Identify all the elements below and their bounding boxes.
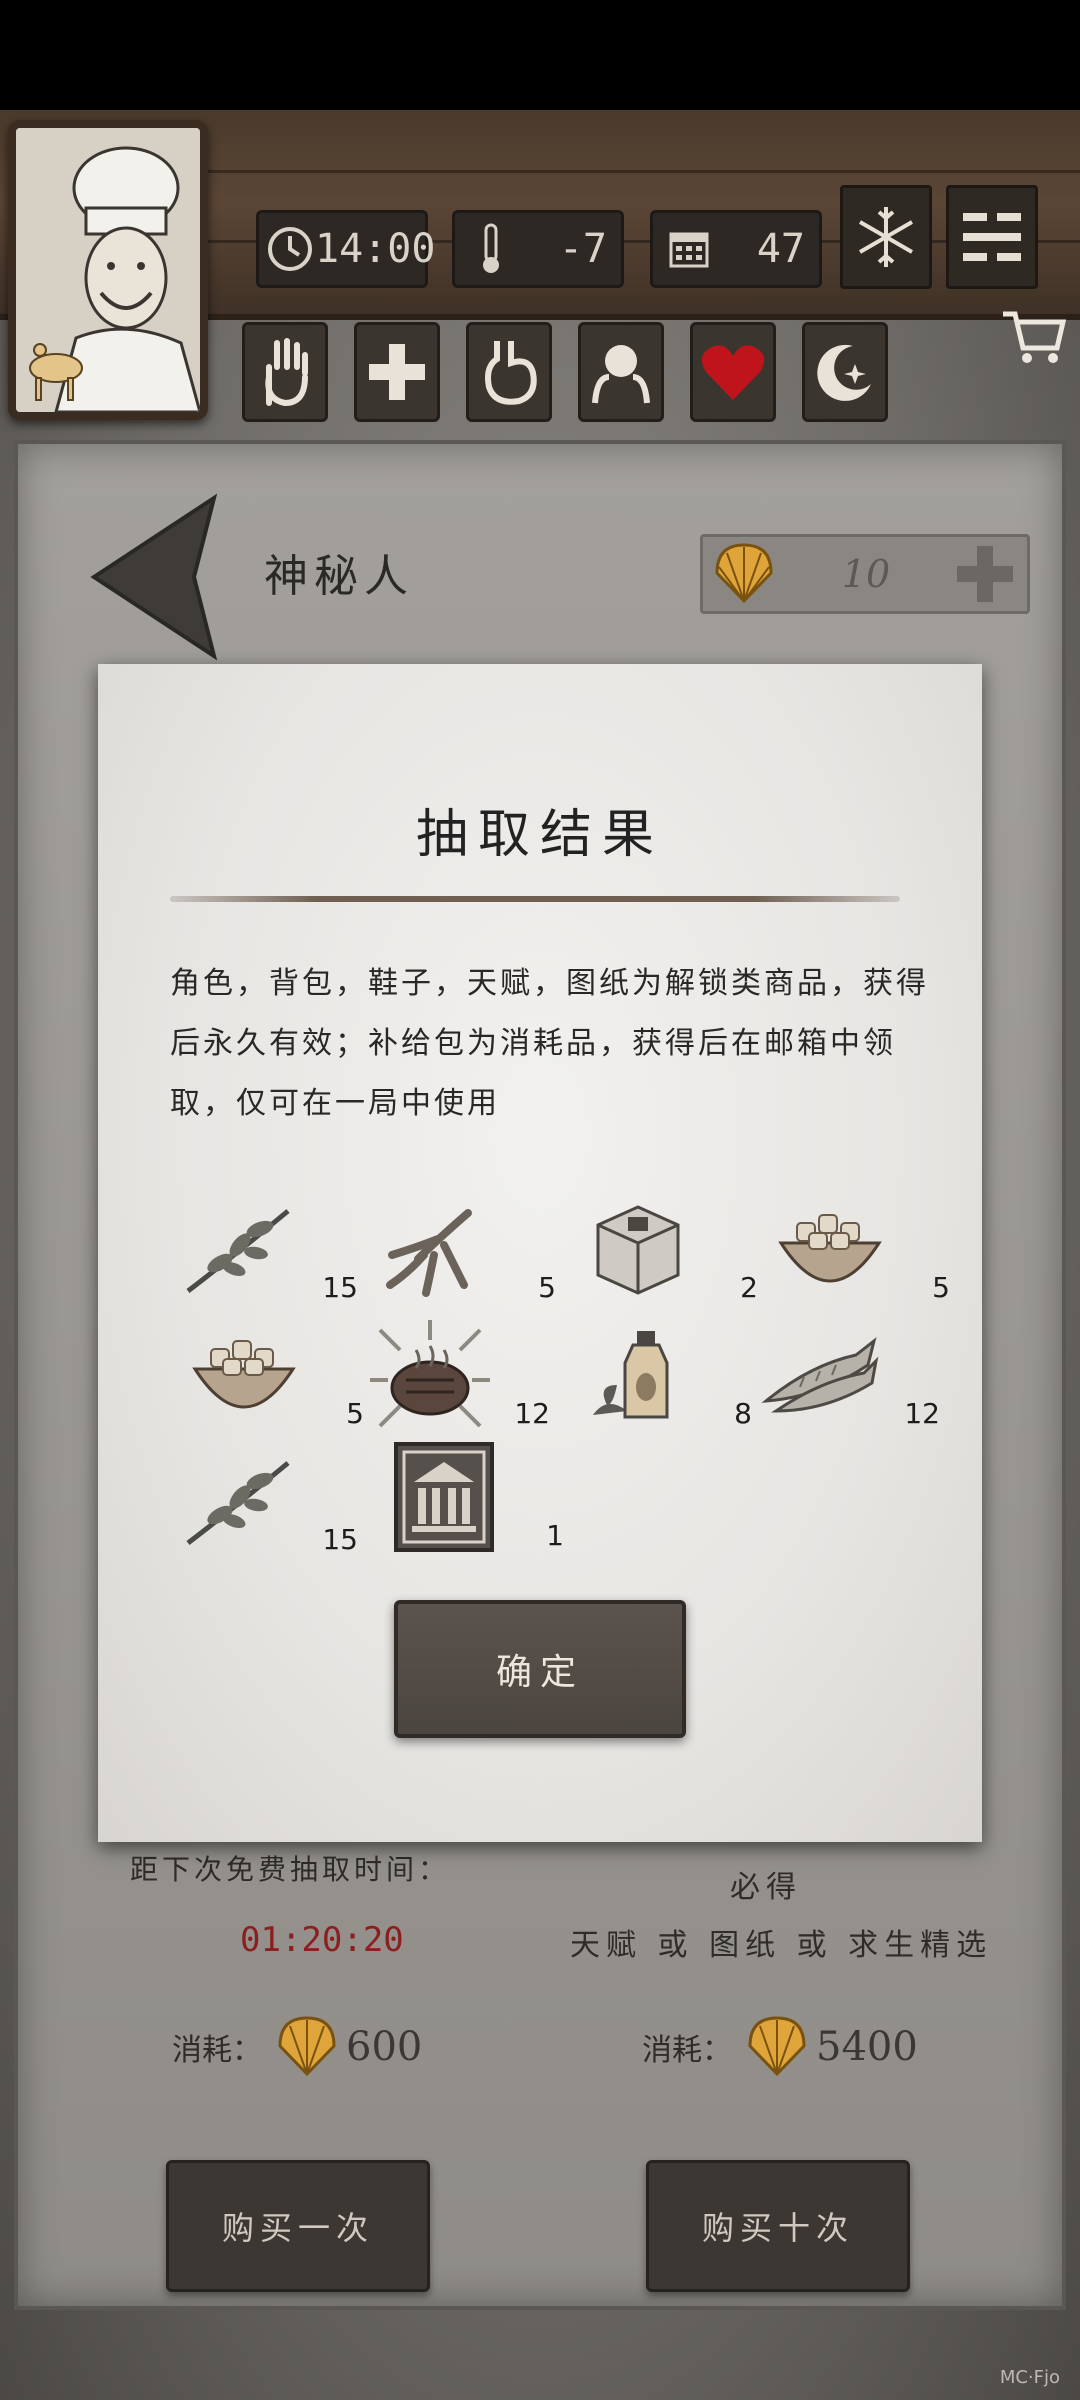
ten-cost-amount: 5400 (816, 2024, 918, 2070)
health-cross-icon (369, 344, 425, 400)
moon-icon (817, 344, 871, 401)
shop-cart-button[interactable] (996, 300, 1072, 376)
temperature-display: -7 (452, 210, 624, 288)
day-value: 47 (756, 226, 805, 272)
unlock-notice: 角色，背包，鞋子，天赋，图纸为解锁类商品，获得后永久有效；补给包为消耗品，获得后… (170, 966, 929, 1121)
reward-count: 12 (904, 1397, 940, 1430)
blueprint-building-icon (384, 1442, 504, 1552)
reward-item[interactable]: 5 (184, 1320, 374, 1440)
shell-currency: 10 (700, 534, 1030, 614)
nut-bowl-icon (770, 1194, 890, 1304)
reward-count: 12 (514, 1397, 550, 1430)
oil-bottle-icon (572, 1320, 692, 1430)
dialog-title: 抽取结果 (415, 805, 664, 865)
time-display: 14:00 (256, 210, 435, 288)
menu-icon (963, 213, 1021, 261)
draw-result-dialog: 抽取结果 角色，背包，鞋子，天赋，图纸为解锁类商品，获得后永久有效；补给包为消耗… (98, 664, 982, 1842)
buy-once-button[interactable]: 购买一次 (166, 2160, 430, 2292)
reward-item[interactable]: 12 (760, 1320, 950, 1440)
reward-item[interactable]: 5 (376, 1194, 566, 1314)
reward-count: 1 (546, 1519, 564, 1552)
reward-item[interactable]: 2 (578, 1194, 768, 1314)
reward-item[interactable]: 12 (370, 1320, 560, 1440)
weather-button[interactable] (840, 185, 932, 289)
reward-item[interactable]: 8 (572, 1320, 762, 1440)
reward-count: 15 (322, 1271, 358, 1304)
title-divider (170, 896, 900, 902)
single-cost-amount: 600 (346, 2024, 423, 2070)
reward-count: 5 (538, 1271, 556, 1304)
ginseng-root-icon (376, 1194, 496, 1304)
reward-count: 5 (932, 1271, 950, 1304)
back-arrow-icon[interactable] (84, 492, 224, 662)
grilled-meat-icon (370, 1320, 490, 1430)
reward-count: 5 (346, 1397, 364, 1430)
shell-icon (715, 543, 773, 604)
herb-branch-icon (178, 1194, 298, 1304)
shell-amount: 10 (841, 552, 891, 596)
hunger-status[interactable] (466, 322, 552, 422)
heart-status[interactable] (690, 322, 776, 422)
day-counter: 47 (650, 210, 822, 288)
time-value: 14:00 (315, 226, 436, 272)
reward-count: 2 (740, 1271, 758, 1304)
reward-item[interactable]: 1 (384, 1442, 574, 1562)
heart-icon (701, 345, 765, 400)
guarantee-description: 天赋 或 图纸 或 求生精选 (570, 1928, 993, 1963)
single-cost: 消耗： 600 (172, 2012, 422, 2082)
reward-count: 8 (734, 1397, 752, 1430)
reward-item[interactable]: 15 (178, 1446, 368, 1566)
hand-icon (265, 338, 308, 407)
watermark: MC·Fjo (999, 2367, 1060, 2388)
stomach-icon (485, 341, 537, 405)
confirm-button[interactable]: 确定 (394, 1600, 686, 1738)
head-icon (592, 345, 650, 404)
reward-count: 15 (322, 1523, 358, 1556)
ten-cost: 消耗： 5400 (642, 2012, 918, 2082)
reward-item[interactable]: 5 (770, 1194, 960, 1314)
health-status[interactable] (354, 322, 440, 422)
cost-label: 消耗： (172, 2033, 262, 2068)
reward-item[interactable]: 15 (178, 1194, 368, 1314)
character-portrait[interactable] (8, 120, 208, 420)
cost-label: 消耗： (642, 2033, 732, 2068)
chef-portrait-icon (16, 128, 200, 412)
status-bar (0, 0, 1080, 110)
guarantee-title: 必得 (730, 1870, 802, 1905)
temperature-value: -7 (558, 226, 607, 272)
nut-bowl-icon (184, 1320, 304, 1430)
free-draw-timer: 01:20:20 (240, 1920, 404, 1960)
snowflake-icon (859, 207, 913, 267)
clock-icon (265, 219, 315, 279)
thermometer-icon (461, 219, 521, 279)
herb-branch-icon (178, 1446, 298, 1556)
add-currency-icon[interactable] (953, 542, 1017, 606)
free-draw-label: 距下次免费抽取时间： (130, 1853, 451, 1886)
mind-status[interactable] (578, 322, 664, 422)
menu-button[interactable] (946, 185, 1038, 289)
buy-ten-button[interactable]: 购买十次 (646, 2160, 910, 2292)
cart-icon (1003, 311, 1067, 363)
sleep-status[interactable] (802, 322, 888, 422)
shell-icon (748, 2016, 806, 2077)
shop-title: 神秘人 (264, 551, 414, 602)
hand-status[interactable] (242, 322, 328, 422)
supply-box-icon (578, 1194, 698, 1304)
calendar-icon (659, 219, 719, 279)
dried-fish-icon (760, 1320, 880, 1430)
shell-icon (278, 2016, 336, 2077)
